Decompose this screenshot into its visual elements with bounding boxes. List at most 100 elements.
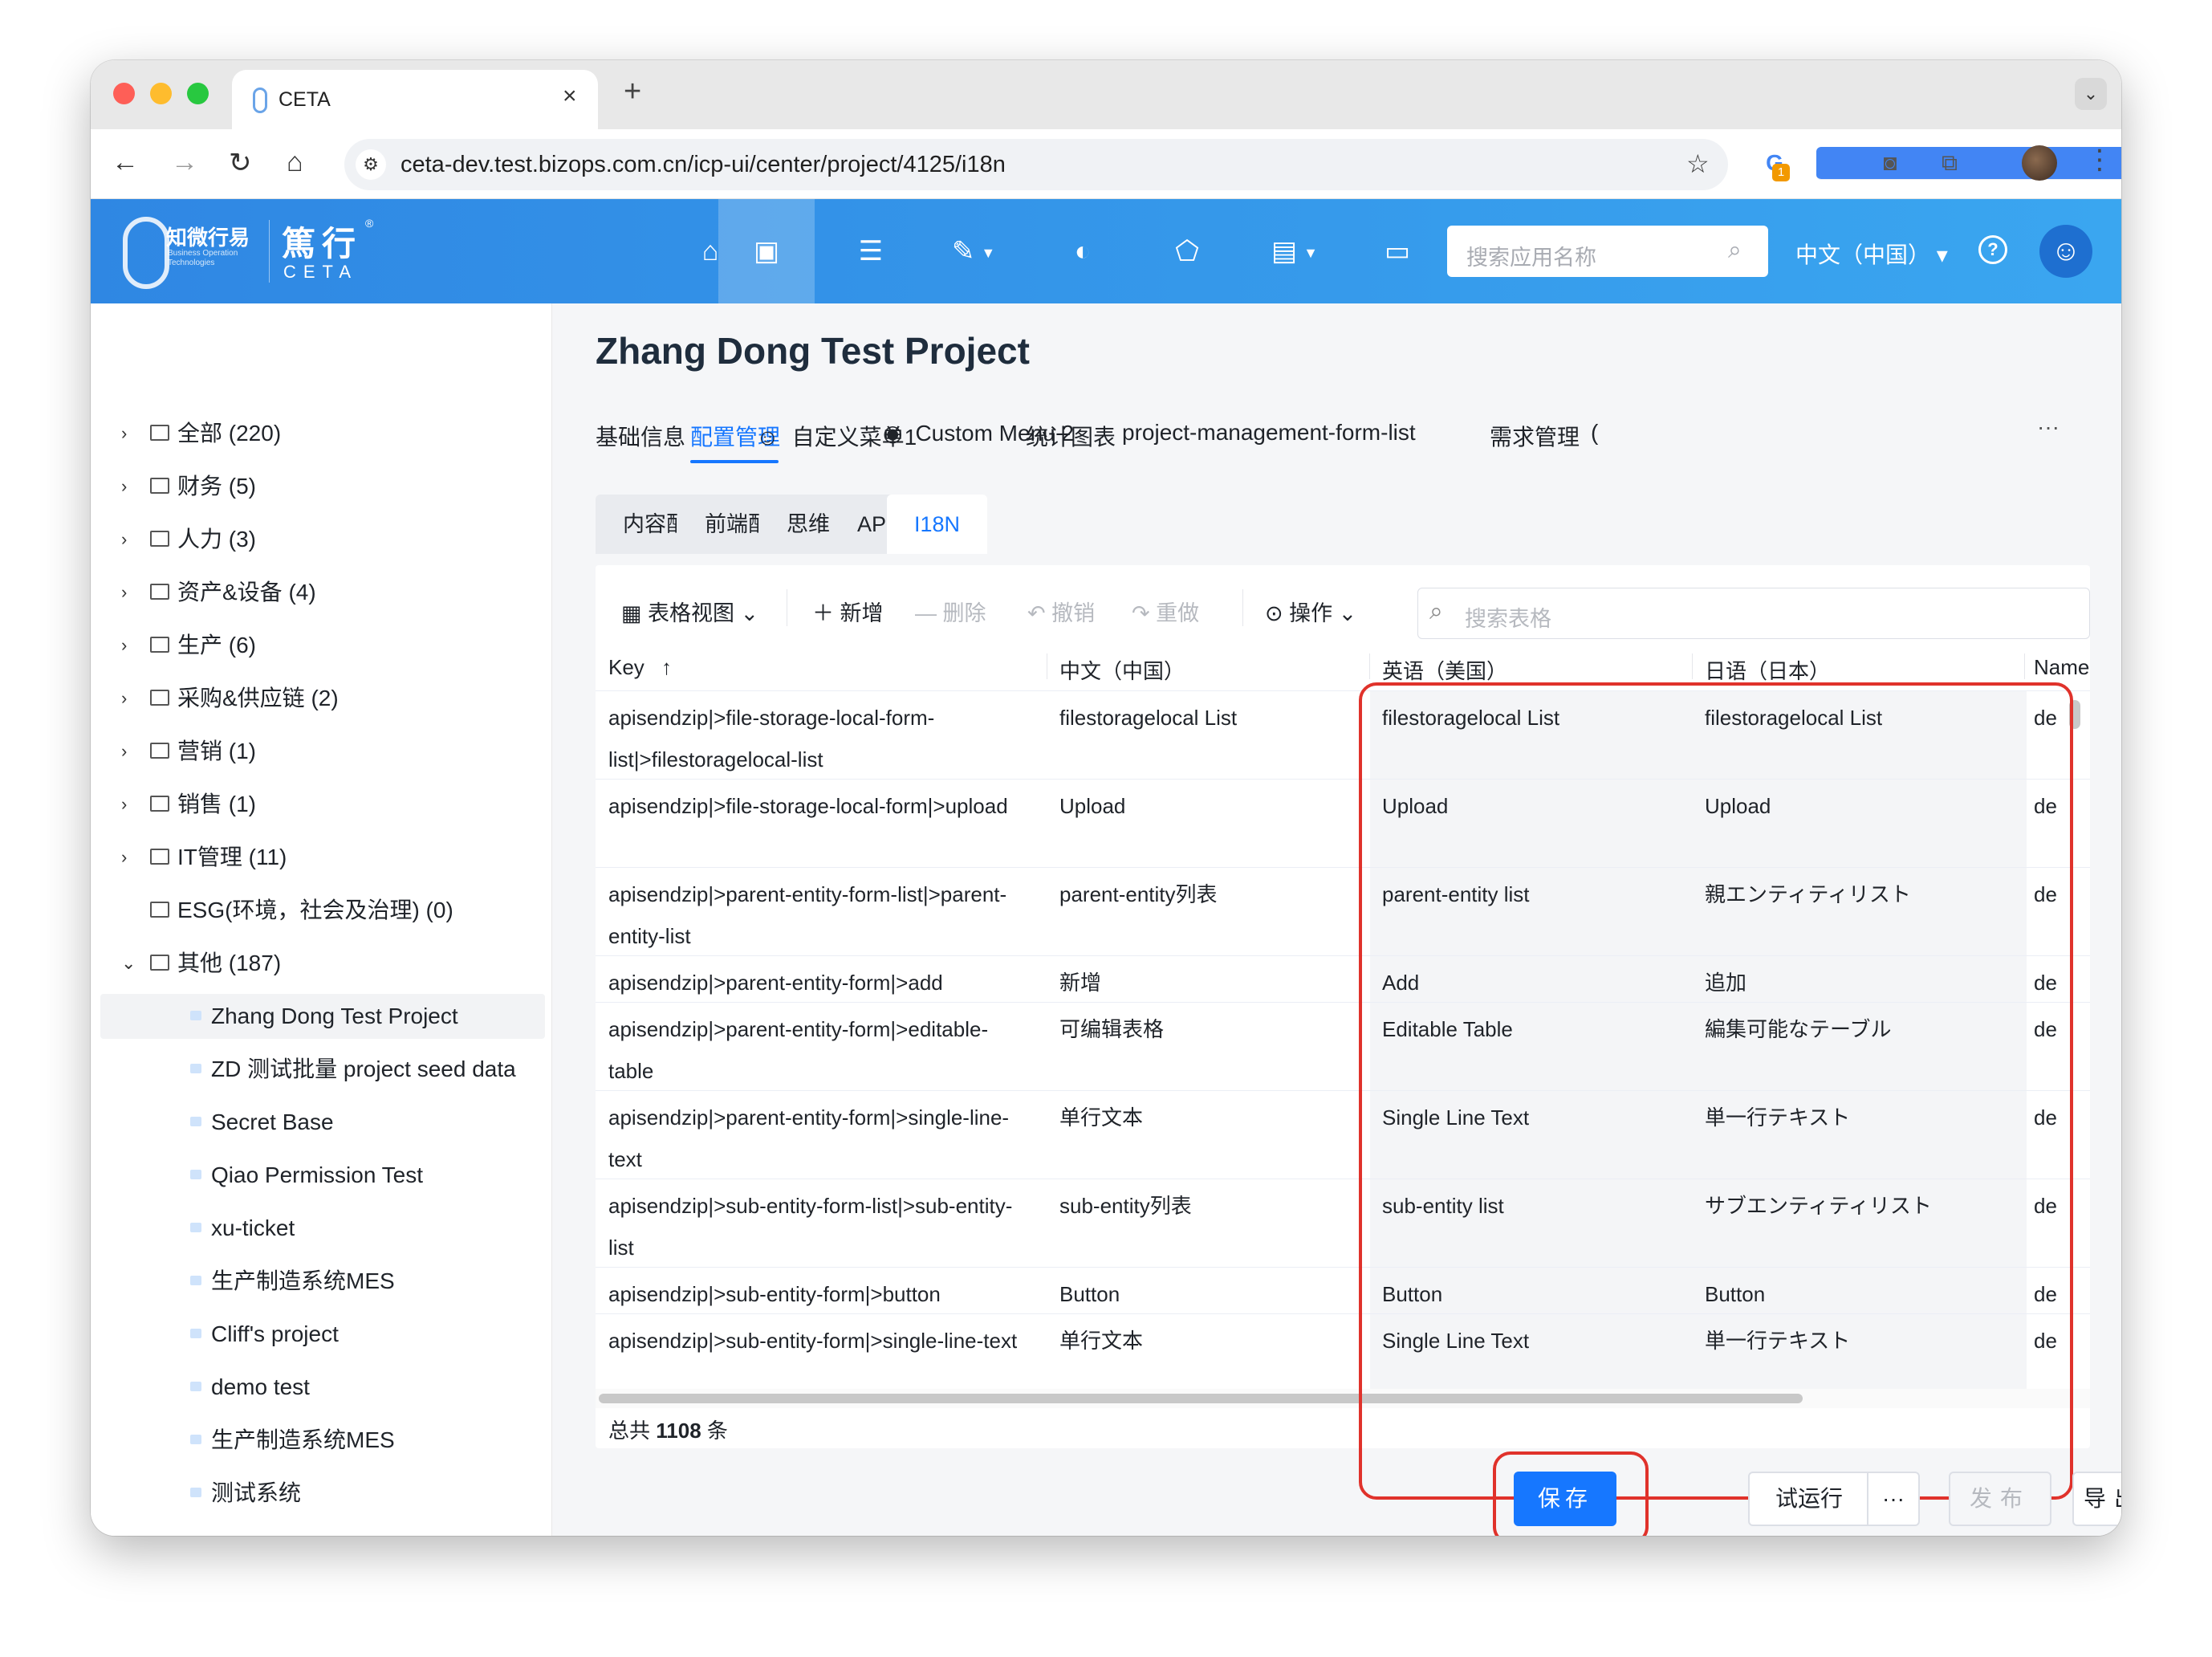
tab-search-button[interactable]: ⌄ <box>2075 78 2107 110</box>
column-divider[interactable] <box>1369 653 1370 679</box>
extensions-puzzle-icon[interactable]: ⧉ <box>1933 147 1966 179</box>
maximize-window-button[interactable] <box>187 83 209 104</box>
company-logo-cn: 知微行易 <box>166 226 250 250</box>
operations-label: 操作 <box>1289 601 1333 625</box>
tree-project[interactable]: ♛ bao <box>100 1524 545 1536</box>
table-search-placeholder: 搜索表格 <box>1465 607 1551 631</box>
table-search-input[interactable]: ⌕ 搜索表格 <box>1417 588 2090 639</box>
nav-palette-icon[interactable]: ◐ <box>1035 199 1131 303</box>
reload-icon[interactable]: ↻ <box>229 147 252 179</box>
nav-shape-icon[interactable]: ⬠ <box>1139 199 1235 303</box>
add-label: 新增 <box>840 601 884 625</box>
total-number: 1108 <box>656 1419 701 1443</box>
language-selector[interactable]: 中文（中国） ▾ <box>1795 238 1948 270</box>
add-button[interactable]: ＋ 新增 <box>812 596 884 627</box>
cell-zh[interactable]: 单行文本 <box>1059 1320 1364 1362</box>
column-header-en[interactable]: 英语（美国） <box>1382 655 1507 685</box>
column-header-ja[interactable]: 日语（日本） <box>1705 655 1830 685</box>
nav-app-icon[interactable]: ▣ <box>718 199 815 303</box>
cell-zh[interactable]: 单行文本 <box>1059 1097 1364 1138</box>
app-search-input[interactable]: 搜索应用名称 ⌕ <box>1447 226 1768 277</box>
translate-extension-icon[interactable]: 文 <box>1816 147 2121 180</box>
nav-list-icon[interactable]: ☰ <box>823 199 919 303</box>
address-bar[interactable]: ⚙ ceta-dev.test.bizops.com.cn/icp-ui/cen… <box>344 139 1728 190</box>
close-window-button[interactable] <box>113 83 135 104</box>
publish-button[interactable]: 发布 <box>1949 1472 2051 1526</box>
nav-edit-icon[interactable]: ✎ ▼ <box>925 199 1022 303</box>
trial-run-button[interactable]: 试运行 <box>1748 1472 1870 1526</box>
nav-display-icon[interactable]: ▤ ▼ <box>1246 199 1343 303</box>
tab-form-list[interactable]: project-management-form-list <box>1122 420 1416 446</box>
back-icon[interactable]: ← <box>112 147 139 178</box>
user-avatar-icon[interactable]: ☺ <box>2039 225 2092 278</box>
tab-requirements[interactable]: 需求管理 <box>1490 420 1580 452</box>
url-text[interactable]: ceta-dev.test.bizops.com.cn/icp-ui/cente… <box>401 152 1006 178</box>
trial-run-more-button[interactable]: ··· <box>1867 1472 1920 1526</box>
total-count: 总共 1108 条 <box>608 1415 728 1444</box>
operations-dropdown[interactable]: ⊙ 操作 ⌄ <box>1265 596 1356 627</box>
trophy-icon: ♛ <box>189 1524 206 1536</box>
cell-key[interactable]: apisendzip|>file-storage-local-form-list… <box>608 697 1026 780</box>
cell-zh[interactable]: filestoragelocal List <box>1059 697 1364 739</box>
brand-name-en[interactable]: CETA <box>283 262 358 283</box>
export-button[interactable]: 导出 <box>2072 1472 2121 1526</box>
company-logo-icon <box>123 217 169 289</box>
tab-truncated[interactable]: ( <box>1591 420 1598 446</box>
cell-key[interactable]: apisendzip|>parent-entity-form|>editable… <box>608 1008 1026 1092</box>
tab-basic-info[interactable]: 基础信息 <box>596 420 685 452</box>
column-header-zh[interactable]: 中文（中国） <box>1059 655 1185 685</box>
minimize-window-button[interactable] <box>150 83 172 104</box>
undo-button[interactable]: ↶ 撤销 <box>1027 596 1095 627</box>
help-icon[interactable]: ? <box>1978 235 2007 264</box>
search-icon: ⌕ <box>1429 598 1443 625</box>
company-logo-en: Business Operation Technologies <box>168 249 238 267</box>
column-divider[interactable] <box>2024 653 2025 679</box>
column-header-key[interactable]: Key ↑ <box>608 655 672 680</box>
cell-key[interactable]: apisendzip|>parent-entity-form|>add <box>608 962 1026 1004</box>
cell-key[interactable]: apisendzip|>sub-entity-form|>single-line… <box>608 1320 1026 1362</box>
nav-message-icon[interactable]: ▭ <box>1349 199 1446 303</box>
delete-label: 删除 <box>942 601 986 625</box>
close-tab-icon[interactable]: × <box>563 83 577 110</box>
cell-zh[interactable]: 新增 <box>1059 962 1364 1004</box>
search-icon[interactable]: ⌕ <box>1728 237 1742 264</box>
brand-name-cn[interactable]: 篤行 <box>282 217 362 266</box>
forward-icon[interactable]: → <box>171 147 198 178</box>
cell-zh[interactable]: parent-entity列表 <box>1059 873 1364 915</box>
cell-zh[interactable]: Upload <box>1059 785 1364 827</box>
browser-tab[interactable]: CETA × <box>232 70 598 129</box>
extension-badge: 1 <box>1772 164 1790 181</box>
column-divider[interactable] <box>1692 653 1693 679</box>
favicon-icon <box>253 88 267 113</box>
cell-key[interactable]: apisendzip|>parent-entity-form|>single-l… <box>608 1097 1026 1180</box>
highlight-translation-columns <box>1359 682 2073 1500</box>
browser-menu-icon[interactable]: ⋮ <box>2086 144 2113 176</box>
profile-avatar[interactable] <box>2022 145 2057 181</box>
cell-key[interactable]: apisendzip|>file-storage-local-form|>upl… <box>608 785 1026 827</box>
grid-icon: ▦ <box>621 601 642 625</box>
cell-zh[interactable]: sub-entity列表 <box>1059 1185 1364 1227</box>
subtab-i18n[interactable]: I18N <box>887 495 988 554</box>
bookmark-star-icon[interactable]: ☆ <box>1686 149 1710 179</box>
cell-zh[interactable]: 可编辑表格 <box>1059 1008 1364 1050</box>
delete-button[interactable]: — 删除 <box>915 596 986 627</box>
plus-icon: ＋ <box>812 601 834 625</box>
cell-key[interactable]: apisendzip|>sub-entity-form|>button <box>608 1273 1026 1315</box>
camera-extension-icon[interactable]: ◙ <box>1874 147 1906 179</box>
brand-registered-mark: ® <box>365 217 374 230</box>
home-icon[interactable]: ⌂ <box>287 147 303 178</box>
column-header-name[interactable]: Name <box>2034 655 2090 680</box>
tab-statistics-chart[interactable]: 统计图表 <box>1026 420 1116 452</box>
new-tab-button[interactable]: + <box>624 75 641 109</box>
cell-zh[interactable]: Button <box>1059 1273 1364 1315</box>
sort-ascending-icon[interactable]: ↑ <box>661 655 672 679</box>
browser-tab-strip: CETA × + ⌄ <box>91 60 2121 129</box>
cell-key[interactable]: apisendzip|>parent-entity-form-list|>par… <box>608 873 1026 957</box>
more-tabs-icon[interactable]: ··· <box>2037 414 2060 440</box>
column-key-label: Key <box>608 655 644 679</box>
cell-key[interactable]: apisendzip|>sub-entity-form-list|>sub-en… <box>608 1185 1026 1268</box>
table-view-dropdown[interactable]: ▦ 表格视图 ⌄ <box>621 596 758 627</box>
redo-button[interactable]: ↷ 重做 <box>1132 596 1199 627</box>
tree-project-label: bao <box>211 1524 249 1536</box>
site-settings-icon[interactable]: ⚙ <box>356 149 386 180</box>
